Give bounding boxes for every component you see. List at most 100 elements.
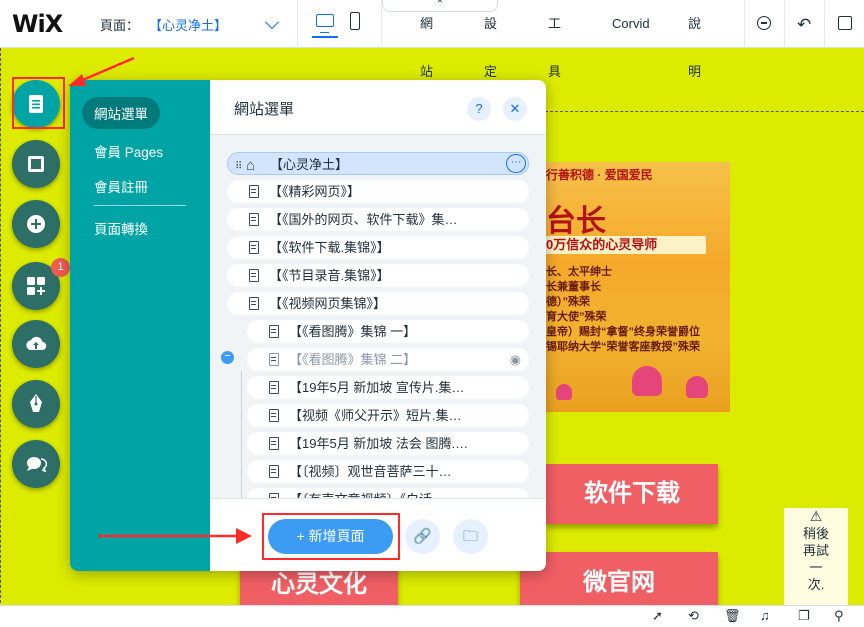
page-row-label: 【视频《师父开示》短片.集… (289, 408, 462, 423)
media-upload-button[interactable] (12, 320, 60, 368)
page-row-parent[interactable]: 【《视频网页集锦》】 (227, 292, 529, 315)
bottom-toolbar: ➚ ⟲ 🗑 ♫ ❐ ⚲ (0, 605, 864, 627)
nav-member-pages[interactable]: 會員 Pages (82, 135, 175, 167)
menu-help[interactable]: 說明 (688, 0, 701, 96)
page-row[interactable]: 【《软件下载.集锦》】 (227, 236, 529, 259)
annotation-highlight-box (12, 77, 65, 129)
collapse-top-bar-tab[interactable]: ⌃ (382, 0, 498, 12)
save-icon (838, 16, 852, 30)
menu-tools[interactable]: 工具 (548, 0, 561, 96)
subpage-row[interactable]: 【视频《师父开示》短片.集… (247, 404, 529, 427)
subpage-row[interactable]: 【〔视频〕观世音菩萨三十… (247, 460, 529, 483)
panel-title: 網站選單 (234, 101, 295, 118)
desktop-active-indicator (312, 36, 338, 38)
page-selector-label: 頁面： (100, 17, 140, 33)
hidden-eye-icon[interactable]: ◉ (510, 348, 521, 371)
background-button[interactable] (12, 140, 60, 188)
layers-icon[interactable]: ❐ (798, 608, 810, 624)
page-row-label: 【《看图腾》集锦 一】 (289, 324, 417, 339)
page-icon (249, 185, 259, 198)
desktop-icon[interactable] (316, 14, 334, 33)
canvas-guide-vertical (0, 48, 1, 608)
warning-icon: ⚠ (809, 508, 823, 524)
subpage-row[interactable]: 【19年5月 新加坡 宣传片.集… (247, 376, 529, 399)
lotus-flower (686, 376, 708, 398)
panel-footer: + 新增頁面 🔗 🗀 (210, 498, 546, 571)
chat-button[interactable] (12, 440, 60, 488)
subpage-row[interactable]: 【《看图腾》集锦 一】 (247, 320, 529, 343)
add-folder-button[interactable]: 🗀 (453, 519, 488, 554)
panel-main: 網站選單 ? ✕ − ⠿ ⌂ 【心灵净土】 ··· 【《精彩网页》】 【《国外的… (210, 80, 546, 571)
link-icon: 🔗 (413, 528, 432, 545)
page-row[interactable]: 【《节目录音.集锦》】 (227, 264, 529, 287)
subpage-row[interactable]: 【19年5月 新加坡 法会 图腾.… (247, 432, 529, 455)
history-icon[interactable]: ⟲ (688, 608, 699, 624)
retry-notice: ⚠ 稍後 再試 一 次. (784, 508, 848, 606)
page-icon (269, 409, 279, 422)
page-row-label: 【19年5月 新加坡 法会 图腾.… (289, 436, 469, 451)
banner-text-1: 行善积德 · 爱国爱民 (546, 168, 653, 182)
save-button[interactable] (824, 0, 864, 48)
blog-button[interactable] (12, 380, 60, 428)
subpage-row-hidden[interactable]: 【《看图腾》集锦 二】 ◉ (247, 348, 529, 371)
banner-text-4: 长、太平绅士 (546, 266, 612, 278)
banner-text-7: 育大使”殊荣 (546, 311, 607, 323)
search-icon[interactable]: ⚲ (834, 608, 844, 624)
sound-icon[interactable]: ♫ (760, 608, 770, 623)
upload-icon (26, 336, 47, 351)
rocket-icon[interactable]: ➚ (652, 608, 663, 624)
page-selector-value: 【心灵净土】 (149, 17, 228, 33)
menu-corvid[interactable]: Corvid (612, 0, 650, 48)
collapse-icon[interactable]: − (221, 351, 234, 364)
add-link-button[interactable]: 🔗 (405, 519, 440, 554)
drag-handle-icon[interactable]: ⠿ (235, 155, 242, 174)
apps-notification-badge: 1 (51, 258, 70, 277)
page-row-label: 【《视频网页集锦》】 (269, 296, 387, 311)
micro-site-button[interactable]: 微官网 (520, 552, 718, 606)
home-icon: ⌂ (246, 157, 256, 174)
page-row-label: 【《精彩网页》】 (269, 184, 361, 199)
nav-divider (94, 205, 186, 206)
close-button[interactable]: ✕ (503, 97, 527, 121)
mobile-icon[interactable] (350, 12, 360, 30)
nav-member-signup[interactable]: 會員註冊 (82, 170, 160, 202)
lotus-flower (556, 384, 572, 400)
page-row[interactable]: 【《精彩网页》】 (227, 180, 529, 203)
banner-text-3: 0万信众的心灵导师 (546, 236, 706, 254)
annotation-arrow (68, 56, 135, 86)
help-button[interactable]: ? (467, 97, 491, 121)
page-icon (269, 437, 279, 450)
nav-site-menu[interactable]: 網站選單 (82, 97, 160, 129)
trash-icon[interactable]: 🗑 (724, 608, 741, 624)
page-row-home[interactable]: ⠿ ⌂ 【心灵净土】 ··· (227, 152, 529, 175)
undo-button[interactable]: ↶ (784, 0, 824, 48)
page-row-label: 【19年5月 新加坡 宣传片.集… (289, 380, 465, 395)
nav-page-transitions[interactable]: 頁面轉換 (82, 212, 160, 244)
zoom-out-icon (757, 16, 771, 30)
page-selector[interactable]: 頁面： 【心灵净土】 (84, 0, 298, 48)
page-row[interactable]: 【《国外的网页、软件下载》集… (227, 208, 529, 231)
banner-text-9: 锡耶纳大学“荣誉客座教授”殊荣 (546, 341, 700, 353)
folder-icon: 🗀 (462, 528, 478, 545)
banner-text-6: 德）”殊荣 (546, 296, 590, 308)
chat-icon (27, 457, 48, 473)
zoom-button[interactable] (744, 0, 784, 48)
banner-text-5: 长兼董事长 (546, 281, 601, 293)
more-options-icon[interactable]: ··· (506, 154, 526, 173)
page-icon (269, 353, 279, 366)
add-element-button[interactable] (12, 200, 60, 248)
subpage-row[interactable]: 【〔有声文章视频〕《白话… (247, 488, 529, 498)
banner-text-8: 皇帝）赐封“拿督”终身荣誉爵位 (546, 326, 700, 338)
chevron-down-icon (264, 14, 280, 30)
pages-list: − ⠿ ⌂ 【心灵净土】 ··· 【《精彩网页》】 【《国外的网页、软件下载》集… (210, 134, 546, 498)
background-icon (28, 156, 44, 172)
panel-nav: 網站選單 會員 Pages 會員註冊 頁面轉換 (70, 80, 210, 571)
page-icon (249, 269, 259, 282)
site-menu-panel: 網站選單 會員 Pages 會員註冊 頁面轉換 網站選單 ? ✕ − ⠿ ⌂ 【… (70, 80, 546, 571)
lotus-flower (632, 366, 662, 396)
banner-text-2: 台长 (546, 205, 606, 238)
wix-logo[interactable]: WiX (12, 10, 63, 38)
annotation-arrow (98, 528, 252, 544)
software-download-button[interactable]: 软件下载 (546, 464, 718, 524)
banner-image[interactable]: 行善积德 · 爱国爱民 台长 0万信众的心灵导师 长、太平绅士 长兼董事长 德）… (546, 162, 730, 412)
